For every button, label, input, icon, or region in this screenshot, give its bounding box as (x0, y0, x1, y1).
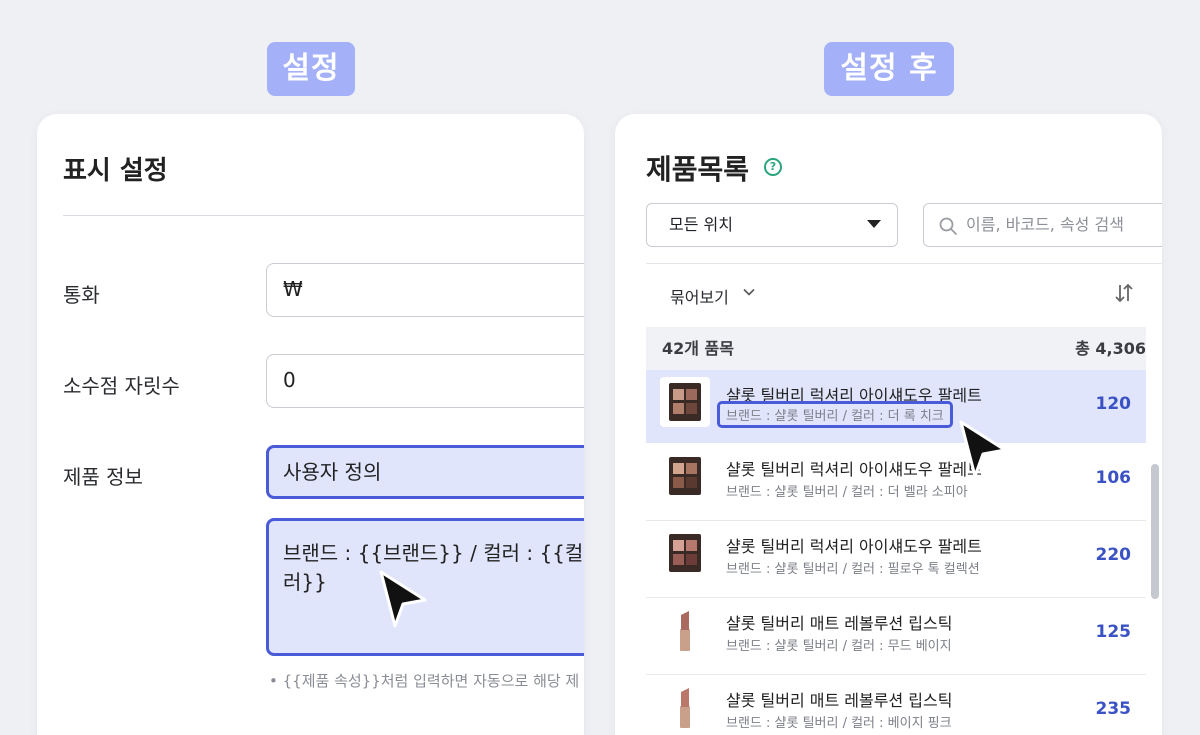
sort-icon[interactable] (1112, 282, 1136, 304)
display-settings-panel: 표시 설정 통화 ₩ 소수점 자릿수 0 제품 정보 사용자 정의 브랜드 : … (37, 114, 584, 735)
eyeshadow-palette-icon (660, 377, 710, 427)
item-name: 샬롯 틸버리 매트 레볼루션 립스틱 (726, 691, 953, 710)
list-item[interactable]: 샬롯 틸버리 럭셔리 아이섀도우 팔레트 브랜드 : 샬롯 틸버리 / 컬러 :… (646, 370, 1146, 443)
item-attributes: 브랜드 : 샬롯 틸버리 / 컬러 : 더 벨라 소피아 (726, 485, 968, 500)
product-info-select[interactable]: 사용자 정의 (266, 445, 584, 499)
product-list-panel: 제품목록 ? 모든 위치 이름, 바코드, 속성 검색 묶어보기 42개 품목 … (615, 114, 1162, 735)
chevron-down-icon[interactable] (743, 286, 755, 298)
item-attributes: 브랜드 : 샬롯 틸버리 / 컬러 : 베이지 핑크 (726, 716, 952, 731)
item-quantity: 125 (1095, 622, 1132, 642)
total-quantity: 총 4,306 (1075, 339, 1146, 358)
divider (63, 215, 584, 216)
location-select-value: 모든 위치 (669, 215, 733, 234)
mouse-pointer-icon (379, 570, 427, 628)
search-icon (939, 217, 957, 235)
decimal-places-field[interactable]: 0 (266, 354, 584, 408)
decimal-places-label: 소수점 자릿수 (63, 374, 180, 398)
product-info-label: 제품 정보 (63, 465, 143, 489)
currency-field[interactable]: ₩ (266, 263, 584, 317)
page-title: 표시 설정 (63, 156, 168, 186)
list-item[interactable]: 샬롯 틸버리 매트 레볼루션 립스틱 브랜드 : 샬롯 틸버리 / 컬러 : 무… (646, 598, 1146, 675)
template-text: 브랜드 : {{브랜드}} / 컬러 : {{컬러}} (283, 541, 584, 594)
item-quantity: 220 (1095, 545, 1132, 565)
list-summary-bar: 42개 품목 총 4,306 (646, 327, 1146, 370)
caret-down-icon (867, 220, 881, 228)
item-name: 샬롯 틸버리 럭셔리 아이섀도우 팔레트 (726, 537, 982, 556)
item-attributes: 브랜드 : 샬롯 틸버리 / 컬러 : 무드 베이지 (726, 639, 952, 654)
item-quantity: 235 (1095, 699, 1132, 719)
item-quantity: 106 (1095, 468, 1132, 488)
settings-tag: 설정 (267, 42, 355, 96)
group-by-button[interactable]: 묶어보기 (670, 284, 729, 308)
item-attributes: 브랜드 : 샬롯 틸버리 / 컬러 : 필로우 톡 컬렉션 (726, 562, 980, 577)
search-input[interactable]: 이름, 바코드, 속성 검색 (923, 203, 1162, 247)
search-placeholder: 이름, 바코드, 속성 검색 (966, 215, 1124, 234)
help-icon[interactable]: ? (764, 158, 782, 176)
divider (646, 263, 1162, 264)
eyeshadow-palette-icon (660, 451, 710, 501)
lipstick-icon (660, 605, 710, 655)
item-quantity: 120 (1095, 394, 1132, 414)
eyeshadow-palette-icon (660, 528, 710, 578)
item-name: 샬롯 틸버리 럭셔리 아이섀도우 팔레트 (726, 460, 982, 479)
lipstick-icon (660, 682, 710, 732)
mouse-pointer-icon (959, 420, 1007, 478)
list-item[interactable]: 샬롯 틸버리 매트 레볼루션 립스틱 브랜드 : 샬롯 틸버리 / 컬러 : 베… (646, 675, 1146, 735)
list-item[interactable]: 샬롯 틸버리 럭셔리 아이섀도우 팔레트 브랜드 : 샬롯 틸버리 / 컬러 :… (646, 444, 1146, 521)
list-item[interactable]: 샬롯 틸버리 럭셔리 아이섀도우 팔레트 브랜드 : 샬롯 틸버리 / 컬러 :… (646, 521, 1146, 598)
hint-text: • {{제품 속성}}처럼 입력하면 자동으로 해당 제 (269, 672, 580, 690)
after-settings-tag: 설정 후 (824, 42, 954, 96)
scrollbar[interactable] (1151, 464, 1159, 599)
item-count: 42개 품목 (662, 339, 734, 358)
page-title: 제품목록 (646, 153, 750, 186)
item-attributes: 브랜드 : 샬롯 틸버리 / 컬러 : 더 록 치크 (717, 401, 953, 428)
currency-label: 통화 (63, 283, 100, 307)
location-select[interactable]: 모든 위치 (646, 203, 898, 247)
item-name: 샬롯 틸버리 매트 레볼루션 립스틱 (726, 614, 953, 633)
